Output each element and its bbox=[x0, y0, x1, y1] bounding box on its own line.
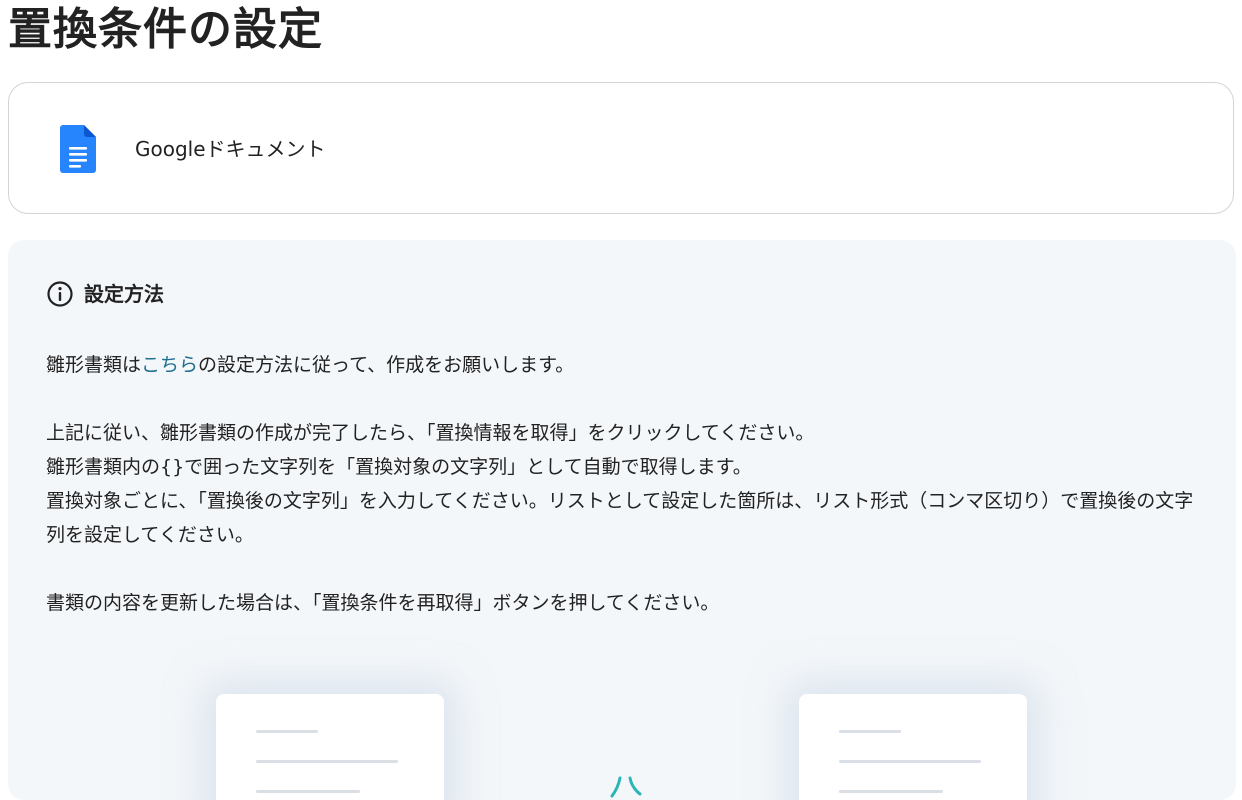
instruction-line: 書類の内容を更新した場合は、「置換条件を再取得」ボタンを押してください。 bbox=[46, 592, 720, 614]
instruction-line: 上記に従い、雛形書類の作成が完了したら、「置換情報を取得」をクリックしてください… bbox=[46, 422, 815, 444]
info-panel: 設定方法 雛形書類はこちらの設定方法に従って、作成をお願いします。 上記に従い、… bbox=[8, 240, 1236, 800]
info-circle-icon bbox=[47, 281, 73, 307]
info-body: 雛形書類はこちらの設定方法に従って、作成をお願いします。 上記に従い、雛形書類の… bbox=[46, 348, 1206, 620]
info-title: 設定方法 bbox=[84, 282, 164, 306]
google-docs-icon bbox=[60, 125, 96, 173]
page-title: 置換条件の設定 bbox=[8, 4, 323, 55]
output-document-illustration bbox=[799, 694, 1027, 800]
template-document-illustration bbox=[216, 694, 444, 800]
app-card[interactable]: Googleドキュメント bbox=[8, 82, 1234, 214]
transform-arrow-icon bbox=[610, 776, 642, 798]
instruction-paragraph-1: 雛形書類はこちらの設定方法に従って、作成をお願いします。 bbox=[46, 348, 1206, 382]
info-header: 設定方法 bbox=[46, 280, 164, 308]
app-name: Googleドキュメント bbox=[135, 137, 326, 161]
illustration bbox=[8, 660, 1236, 800]
instruction-text: 雛形書類は bbox=[46, 354, 142, 376]
instruction-line: 雛形書類内の{}で囲った文字列を「置換対象の文字列」として自動で取得します。 bbox=[46, 456, 752, 478]
here-link[interactable]: こちら bbox=[141, 354, 198, 376]
instruction-text: の設定方法に従って、作成をお願いします。 bbox=[198, 354, 575, 376]
instruction-line: 置換対象ごとに、「置換後の文字列」を入力してください。リストとして設定した箇所は… bbox=[46, 490, 1194, 546]
